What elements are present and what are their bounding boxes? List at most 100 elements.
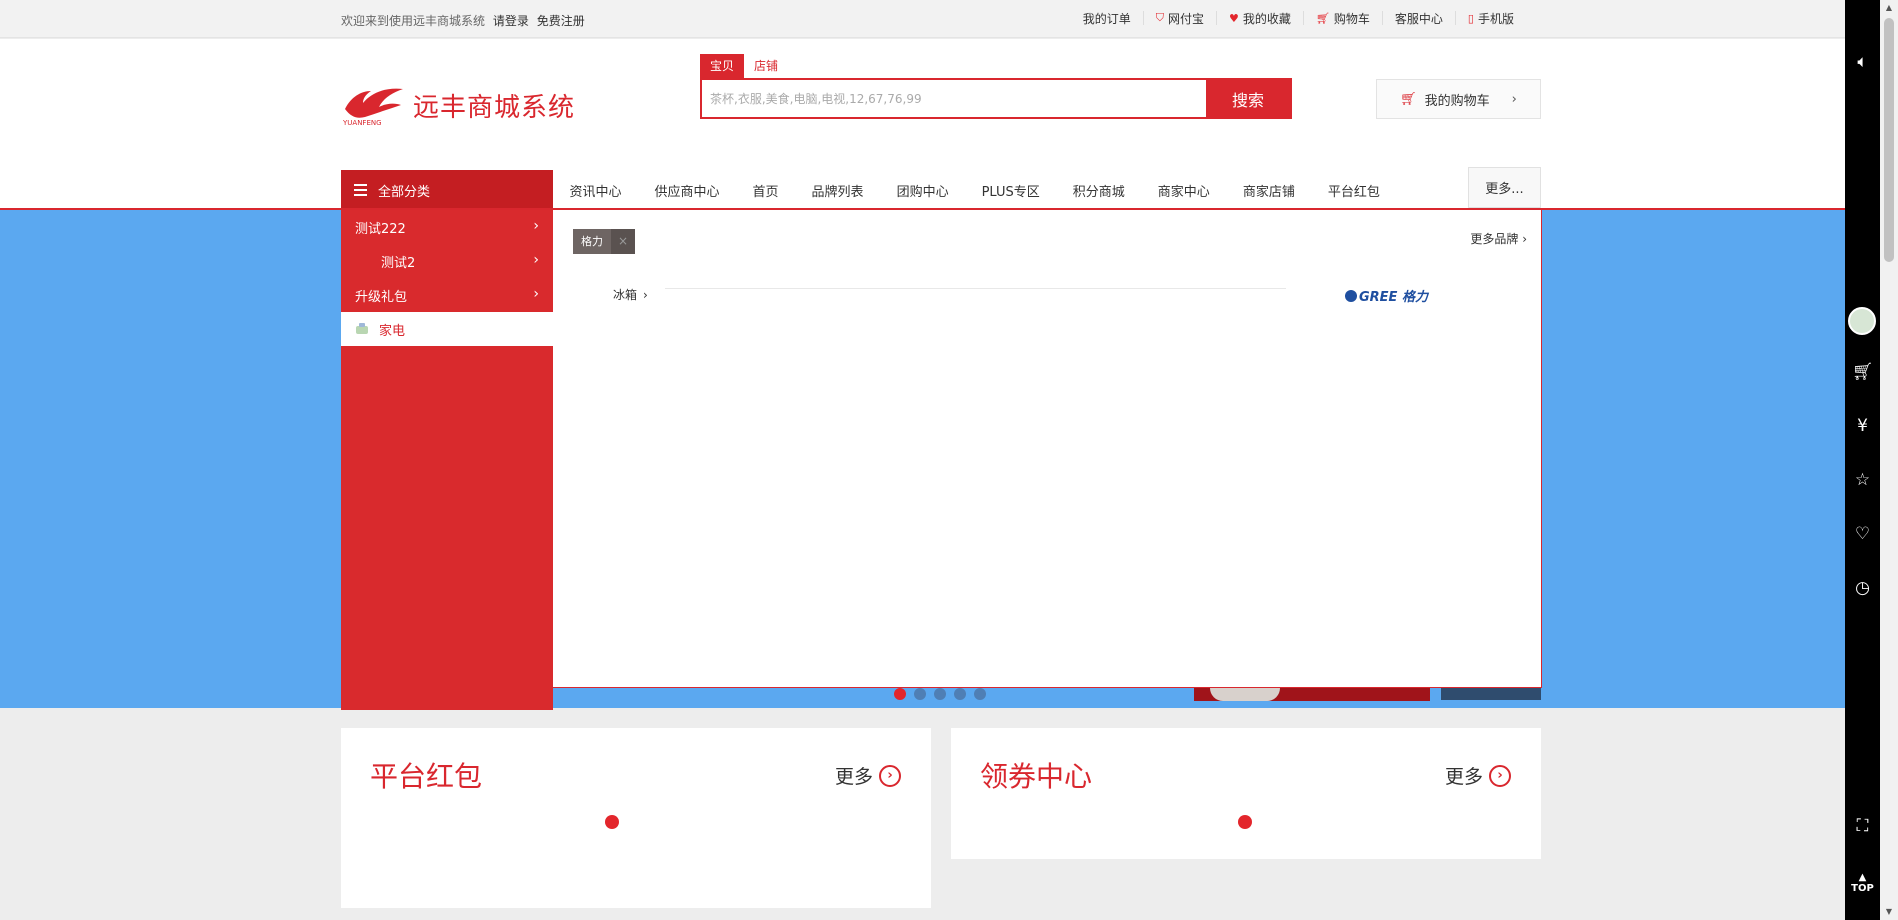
carousel-dot[interactable]	[934, 688, 946, 700]
avatar[interactable]	[1848, 307, 1876, 335]
back-to-top-button[interactable]: ▲ TOP	[1845, 872, 1880, 894]
more-brands-label: 更多品牌	[1470, 232, 1519, 246]
cart-icon: 🛒︎	[1400, 91, 1417, 107]
brand-tag[interactable]: 格力 ×	[573, 229, 635, 254]
all-categories-label: 全部分类	[378, 184, 431, 200]
my-orders-link[interactable]: 我的订单	[1071, 11, 1143, 26]
red-packet-more-label: 更多	[834, 766, 873, 788]
nav-item-home[interactable]: 首页	[736, 181, 795, 200]
service-center-link[interactable]: 客服中心	[1381, 11, 1455, 26]
appliance-icon	[355, 323, 369, 335]
chevron-right-icon: ›	[533, 252, 539, 268]
chevron-right-icon: ›	[533, 286, 539, 302]
promo-thumbnail[interactable]	[1194, 688, 1430, 701]
search-button[interactable]: 搜索	[1206, 80, 1290, 117]
caret-up-icon: ▲	[1858, 872, 1867, 883]
cart-link[interactable]: 🛒︎ 购物车	[1302, 11, 1382, 26]
category-flyout: 格力 × 更多品牌 › 冰箱 › GREE 格力	[553, 210, 1542, 688]
carousel-dot[interactable]	[914, 688, 926, 700]
phone-icon: ▯	[1467, 11, 1474, 25]
all-categories-button[interactable]: 全部分类	[341, 170, 553, 210]
scroll-down-icon[interactable]: ▼	[1880, 904, 1898, 920]
nav-item-merchant-center[interactable]: 商家中心	[1141, 181, 1226, 200]
banner: 测试222 › 测试2 › 升级礼包 › 家电 格力 × 更多品牌 › 冰箱 ›…	[0, 208, 1845, 710]
search-tab-shop[interactable]: 店铺	[744, 54, 788, 78]
promo-thumbnail[interactable]	[1441, 688, 1541, 700]
yen-icon[interactable]: ¥	[1845, 416, 1880, 436]
my-cart-button[interactable]: 🛒︎ 我的购物车 ›	[1376, 79, 1541, 119]
cart-icon[interactable]: 🛒︎	[1845, 362, 1880, 382]
site-logo[interactable]: YUANFENG 远丰商城系统	[341, 83, 575, 127]
search-input[interactable]	[702, 80, 1206, 117]
chevron-right-icon: ›	[1511, 91, 1517, 107]
top-links: 我的订单 ⛉ 网付宝 ♥ 我的收藏 🛒︎ 购物车 客服中心 ▯ 手机版	[1071, 11, 1526, 26]
login-link[interactable]: 请登录	[493, 14, 529, 28]
speaker-icon[interactable]: 🔈︎	[1845, 52, 1880, 72]
carousel-dots	[894, 688, 994, 700]
chevron-right-circle-icon: ›	[879, 764, 901, 787]
nav-item-supplier[interactable]: 供应商中心	[638, 181, 736, 200]
close-icon[interactable]: ×	[611, 229, 635, 254]
mobile-link[interactable]: ▯ 手机版	[1454, 11, 1526, 26]
heart-icon: ♥	[1229, 11, 1239, 25]
coupon-more-link[interactable]: 更多 ›	[1445, 762, 1511, 789]
logo-wing-icon: YUANFENG	[342, 88, 403, 127]
scrollbar-thumb[interactable]	[1884, 18, 1894, 262]
loading-dot	[605, 815, 619, 829]
logo-subtext: YUANFENG	[342, 119, 382, 127]
my-favorites-label: 我的收藏	[1242, 11, 1291, 26]
welcome-message: 欢迎来到使用远丰商城系统	[341, 14, 486, 28]
sidebar-item-test222[interactable]: 测试222 ›	[341, 210, 553, 244]
chevron-right-icon: ›	[643, 288, 648, 302]
gree-brand-logo[interactable]: GREE 格力	[1343, 286, 1443, 310]
history-icon[interactable]: ◷	[1845, 578, 1880, 598]
sidebar-item-label: 家电	[379, 323, 406, 339]
shield-icon: ⛉	[1155, 11, 1165, 24]
chevron-right-circle-icon: ›	[1489, 764, 1511, 787]
star-icon[interactable]: ☆	[1845, 470, 1880, 490]
header: YUANFENG 远丰商城系统 宝贝 店铺 搜索 🛒︎ 我的购物车 › 全部分类	[0, 39, 1845, 210]
nav-item-brands[interactable]: 品牌列表	[795, 181, 880, 200]
divider	[665, 288, 1286, 289]
subcategory-fridge[interactable]: 冰箱 ›	[613, 286, 648, 303]
more-brands-link[interactable]: 更多品牌 ›	[1470, 230, 1527, 247]
red-packet-more-link[interactable]: 更多 ›	[835, 762, 901, 789]
search-box: 搜索	[700, 78, 1292, 119]
nav-more-button[interactable]: 更多...	[1468, 167, 1541, 208]
category-sidebar: 测试222 › 测试2 › 升级礼包 › 家电	[341, 210, 553, 710]
carousel-dot[interactable]	[894, 688, 906, 700]
brand-tag-label: 格力	[573, 229, 611, 254]
sidebar-item-upgrade-gift[interactable]: 升级礼包 ›	[341, 278, 553, 312]
nav-item-news[interactable]: 资讯中心	[553, 181, 638, 200]
subcategory-label: 冰箱	[613, 288, 638, 302]
carousel-dot[interactable]	[974, 688, 986, 700]
coupon-center-title: 领券中心	[980, 760, 1093, 793]
nav-item-points-mall[interactable]: 积分商城	[1056, 181, 1141, 200]
coupon-more-label: 更多	[1444, 766, 1483, 788]
sidebar-item-label: 升级礼包	[355, 289, 408, 305]
page-scrollbar[interactable]: ▲ ▼	[1880, 0, 1898, 920]
scroll-up-icon[interactable]: ▲	[1880, 0, 1898, 16]
back-to-top-label: TOP	[1851, 883, 1874, 894]
my-favorites-link[interactable]: ♥ 我的收藏	[1216, 11, 1303, 26]
register-link[interactable]: 免费注册	[537, 14, 585, 28]
search-area: 宝贝 店铺 搜索	[700, 54, 1292, 119]
sidebar-item-label: 测试2	[381, 255, 416, 271]
scan-qr-icon[interactable]: ⛶	[1845, 816, 1880, 836]
carousel-dot[interactable]	[954, 688, 966, 700]
nav-item-plus[interactable]: PLUS专区	[965, 181, 1056, 200]
red-packet-card: 平台红包 更多 ›	[341, 728, 931, 908]
nav-item-merchant-shops[interactable]: 商家店铺	[1226, 181, 1311, 200]
nav-item-red-packet[interactable]: 平台红包	[1311, 181, 1396, 200]
cart-label: 购物车	[1333, 11, 1370, 26]
sidebar-item-test2[interactable]: 测试2 ›	[341, 244, 553, 278]
nav-item-group-buy[interactable]: 团购中心	[880, 181, 965, 200]
main-nav: 全部分类 资讯中心 供应商中心 首页 品牌列表 团购中心 PLUS专区 积分商城…	[0, 167, 1845, 210]
heart-icon[interactable]: ♡	[1845, 524, 1880, 544]
coupon-center-card: 领券中心 更多 ›	[951, 728, 1541, 859]
wangfubao-link[interactable]: ⛉ 网付宝	[1142, 11, 1216, 26]
search-tab-goods[interactable]: 宝贝	[700, 54, 745, 78]
service-center-label: 客服中心	[1394, 11, 1443, 26]
sidebar-item-appliances[interactable]: 家电	[341, 312, 553, 346]
chevron-right-icon: ›	[533, 218, 539, 234]
